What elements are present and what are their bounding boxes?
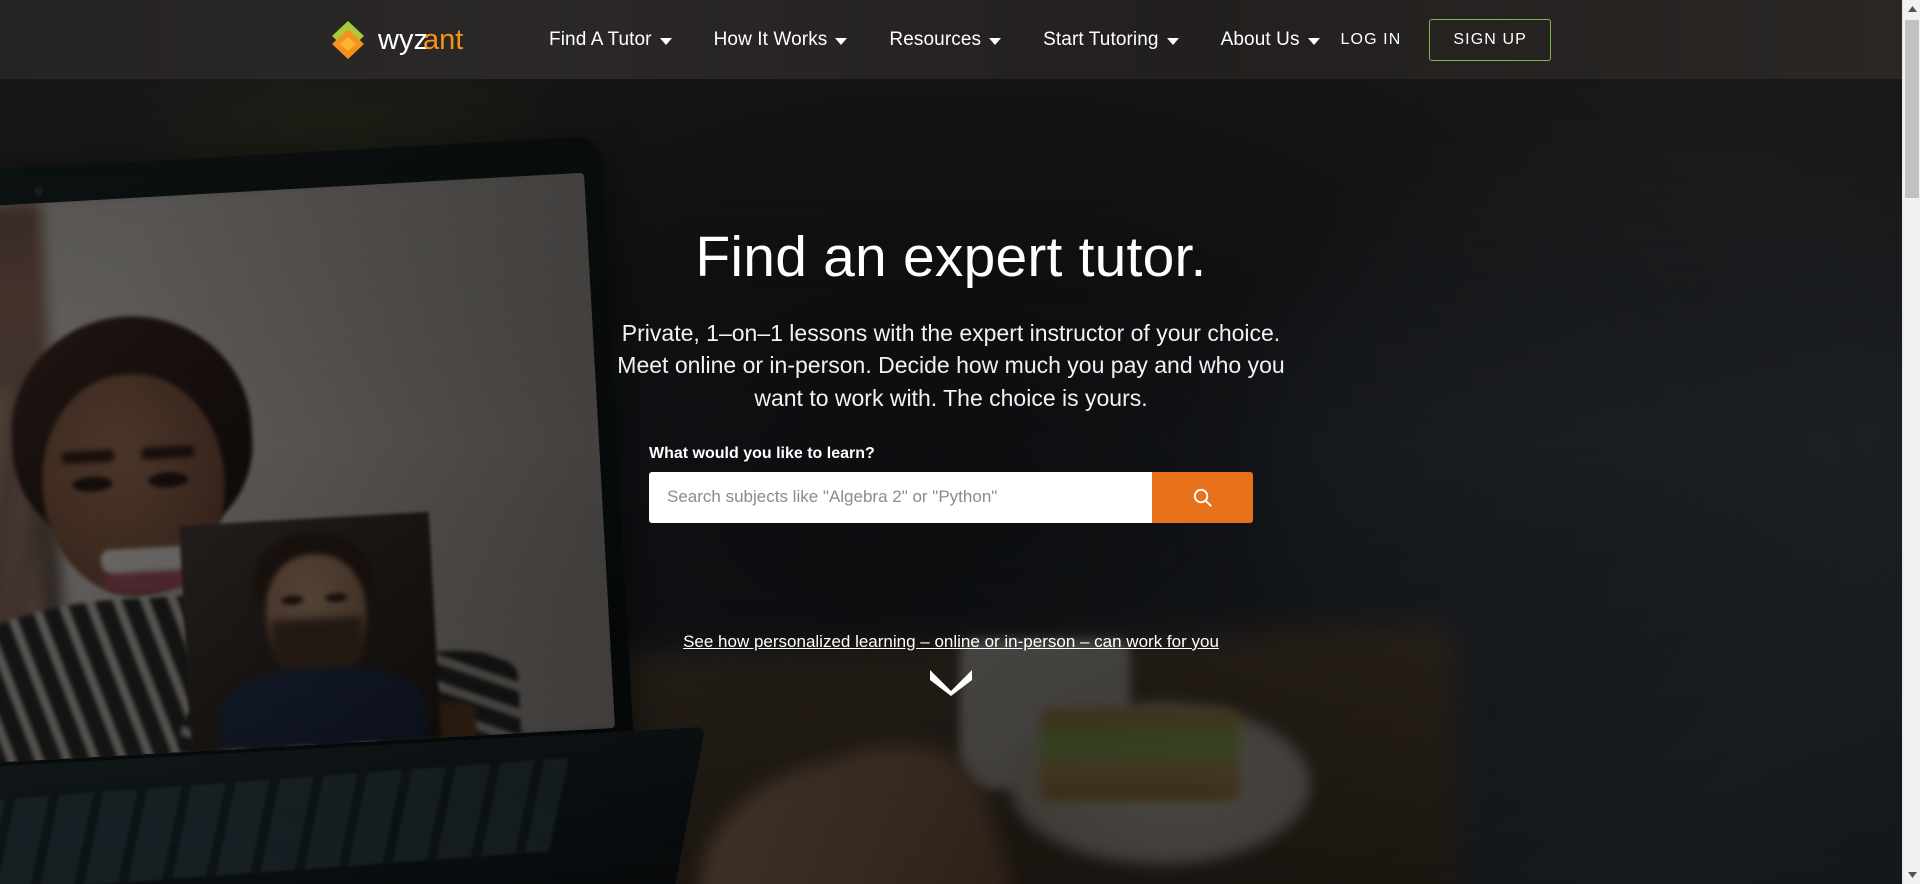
scroll-up-arrow-icon[interactable]	[1903, 0, 1920, 18]
nav-item-how-it-works[interactable]: How It Works	[693, 29, 869, 51]
svg-text:wyz: wyz	[378, 24, 428, 56]
subject-search-block: What would you like to learn?	[649, 445, 1253, 523]
hero-section: Find an expert tutor. Private, 1–on–1 le…	[0, 79, 1902, 884]
chevron-down-icon[interactable]	[0, 668, 1902, 696]
vertical-scrollbar[interactable]	[1902, 0, 1920, 884]
wyzant-wordmark: wyz ant	[378, 23, 490, 57]
nav-label: Start Tutoring	[1043, 28, 1159, 50]
nav-label: How It Works	[713, 28, 828, 50]
chevron-down-icon	[1166, 37, 1179, 45]
nav-item-about-us[interactable]: About Us	[1200, 29, 1341, 51]
log-in-link[interactable]: LOG IN	[1341, 31, 1402, 49]
chevron-down-icon	[1307, 37, 1320, 45]
nav-item-start-tutoring[interactable]: Start Tutoring	[1022, 29, 1199, 51]
see-how-it-works-link[interactable]: See how personalized learning – online o…	[683, 632, 1219, 652]
chevron-down-icon	[835, 37, 848, 45]
scroll-cue: See how personalized learning – online o…	[0, 632, 1902, 696]
chevron-down-icon	[989, 37, 1002, 45]
search-row	[649, 471, 1253, 523]
nav-item-find-a-tutor[interactable]: Find A Tutor	[528, 29, 693, 51]
page-title: Find an expert tutor.	[695, 225, 1207, 289]
header-account-actions: LOG IN SIGN UP	[1341, 18, 1551, 61]
diamond-chevron-icon	[327, 20, 369, 59]
scroll-down-arrow-icon[interactable]	[1903, 866, 1920, 884]
main-navigation: Find A Tutor How It Works Resources Star…	[528, 29, 1341, 51]
chevron-down-icon	[659, 37, 672, 45]
search-input[interactable]	[649, 471, 1152, 523]
site-header: wyz ant Find A Tutor How It Works Resour…	[0, 0, 1902, 79]
hero-subtitle: Private, 1–on–1 lessons with the expert …	[617, 319, 1285, 411]
nav-label: Find A Tutor	[549, 28, 652, 50]
search-label: What would you like to learn?	[649, 444, 875, 462]
search-submit-button[interactable]	[1152, 471, 1253, 523]
nav-label: About Us	[1220, 28, 1300, 50]
scrollbar-thumb[interactable]	[1905, 20, 1919, 198]
browser-viewport: wyz ant Find A Tutor How It Works Resour…	[0, 0, 1920, 884]
page-root: wyz ant Find A Tutor How It Works Resour…	[0, 0, 1902, 884]
svg-text:ant: ant	[423, 24, 463, 56]
nav-item-resources[interactable]: Resources	[868, 29, 1022, 51]
sign-up-button[interactable]: SIGN UP	[1429, 18, 1551, 61]
search-icon	[1191, 486, 1214, 509]
wyzant-logo[interactable]: wyz ant	[327, 20, 490, 59]
nav-label: Resources	[889, 28, 982, 50]
